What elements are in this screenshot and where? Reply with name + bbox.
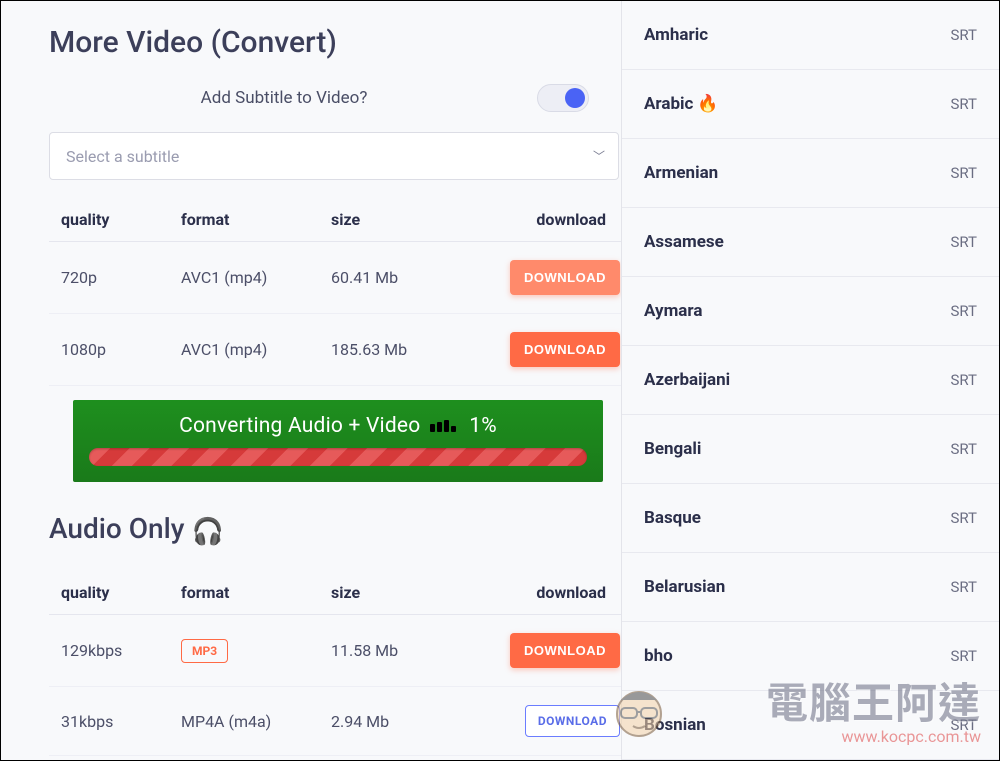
subtitle-toggle-label: Add Subtitle to Video? [49, 88, 519, 108]
lang-ext: SRT [950, 578, 977, 596]
subtitle-lang-row[interactable]: Armenian SRT [622, 139, 999, 208]
lang-name: Aymara [644, 301, 702, 321]
subtitle-select[interactable]: Select a subtitle [49, 132, 619, 180]
format-badge: MP3 [181, 639, 228, 663]
lang-name: Bosnian [644, 715, 706, 735]
subtitle-lang-row[interactable]: Aymara SRT [622, 277, 999, 346]
fire-icon: 🔥 [697, 94, 718, 114]
cell-format: MP3 [169, 615, 319, 687]
lang-name: bho [644, 646, 673, 666]
subtitle-lang-row[interactable]: Bosnian SRT [622, 691, 999, 760]
loading-bars-icon [430, 420, 456, 432]
cell-quality: 720p [49, 242, 169, 314]
lang-ext: SRT [950, 509, 977, 527]
subtitle-language-list: Amharic SRT Arabic🔥 SRT Armenian SRT Ass… [622, 1, 999, 760]
cell-size: 2.94 Mb [319, 687, 459, 756]
subtitle-lang-row[interactable]: Arabic🔥 SRT [622, 70, 999, 139]
section-audio-title-text: Audio Only [49, 512, 184, 545]
th-download: download [459, 571, 621, 615]
lang-name: Belarusian [644, 577, 725, 597]
subtitle-lang-row[interactable]: Bengali SRT [622, 415, 999, 484]
th-quality: quality [49, 571, 169, 615]
section-video-title: More Video (Convert) [49, 25, 621, 60]
download-button[interactable]: DOWNLOAD [525, 705, 620, 737]
subtitle-toggle[interactable] [537, 84, 589, 112]
subtitle-lang-row[interactable]: Belarusian SRT [622, 553, 999, 622]
cell-size: 60.41 Mb [319, 242, 459, 314]
progress-text: Converting Audio + Video 1% [89, 414, 587, 438]
download-button[interactable]: DOWNLOAD [510, 633, 620, 668]
lang-ext: SRT [950, 716, 977, 734]
th-quality: quality [49, 198, 169, 242]
lang-name: Amharic [644, 25, 708, 45]
cell-format: MP4A (m4a) [169, 687, 319, 756]
th-download: download [459, 198, 621, 242]
video-table: quality format size download 720p AVC1 (… [49, 198, 621, 386]
lang-name: Basque [644, 508, 701, 528]
th-size: size [319, 571, 459, 615]
lang-ext: SRT [950, 26, 977, 44]
subtitle-lang-row[interactable]: bho SRT [622, 622, 999, 691]
progress-bar [89, 448, 587, 466]
lang-name: Assamese [644, 232, 724, 252]
table-row: 1080p AVC1 (mp4) 185.63 Mb DOWNLOAD [49, 314, 621, 386]
download-button[interactable]: DOWNLOAD [510, 260, 620, 295]
table-row: 31kbps MP4A (m4a) 2.94 Mb DOWNLOAD [49, 687, 621, 756]
cell-quality: 129kbps [49, 615, 169, 687]
lang-ext: SRT [950, 233, 977, 251]
lang-ext: SRT [950, 371, 977, 389]
cell-size: 185.63 Mb [319, 314, 459, 386]
subtitle-lang-row[interactable]: Azerbaijani SRT [622, 346, 999, 415]
table-row: 720p AVC1 (mp4) 60.41 Mb DOWNLOAD [49, 242, 621, 314]
th-format: format [169, 571, 319, 615]
table-row: 129kbps MP3 11.58 Mb DOWNLOAD [49, 615, 621, 687]
subtitle-lang-row[interactable]: Assamese SRT [622, 208, 999, 277]
subtitle-lang-row[interactable]: Basque SRT [622, 484, 999, 553]
th-format: format [169, 198, 319, 242]
chevron-down-icon: ﹀ [593, 148, 605, 165]
lang-name: Azerbaijani [644, 370, 730, 390]
section-audio-title: Audio Only 🎧 [49, 512, 621, 547]
lang-ext: SRT [950, 647, 977, 665]
lang-name: Armenian [644, 163, 718, 183]
subtitle-select-placeholder: Select a subtitle [66, 147, 179, 166]
progress-text-prefix: Converting Audio + Video [179, 414, 420, 438]
headphones-icon: 🎧 [191, 517, 223, 547]
cell-size: 11.58 Mb [319, 615, 459, 687]
download-button[interactable]: DOWNLOAD [510, 332, 620, 367]
lang-ext: SRT [950, 164, 977, 182]
subtitle-lang-row[interactable]: Amharic SRT [622, 1, 999, 70]
cell-format: AVC1 (mp4) [169, 314, 319, 386]
lang-name: Arabic🔥 [644, 94, 719, 114]
audio-table: quality format size download 129kbps MP3… [49, 571, 621, 756]
progress-banner: Converting Audio + Video 1% [73, 400, 603, 482]
lang-ext: SRT [950, 302, 977, 320]
toggle-knob [565, 88, 585, 108]
progress-text-suffix: 1% [469, 414, 497, 438]
cell-format: AVC1 (mp4) [169, 242, 319, 314]
lang-ext: SRT [950, 95, 977, 113]
lang-ext: SRT [950, 440, 977, 458]
cell-quality: 1080p [49, 314, 169, 386]
th-size: size [319, 198, 459, 242]
cell-quality: 31kbps [49, 687, 169, 756]
lang-name: Bengali [644, 439, 701, 459]
